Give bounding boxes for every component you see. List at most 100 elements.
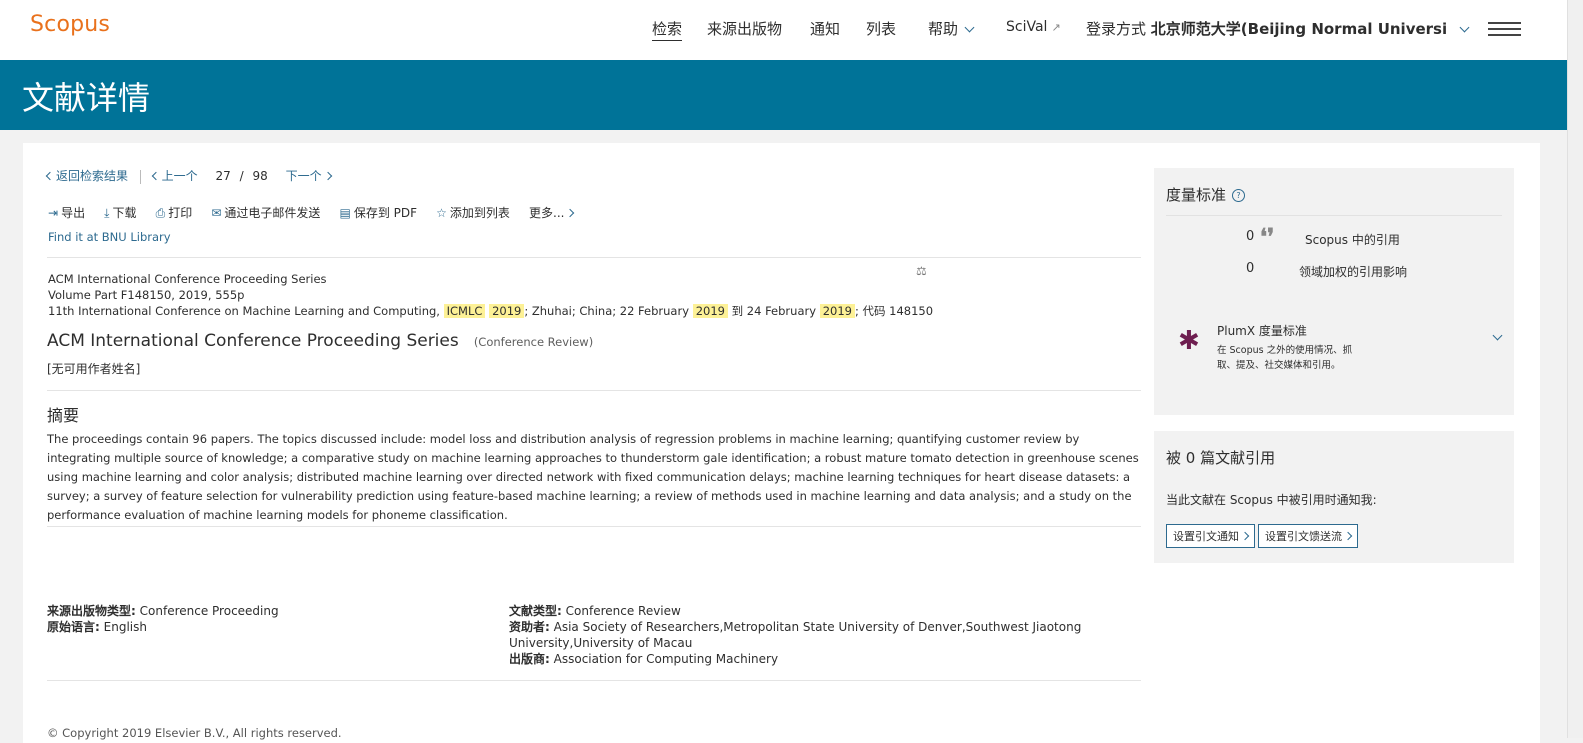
- next-link[interactable]: 下一个: [286, 169, 332, 183]
- previous-link[interactable]: 上一个: [151, 169, 198, 183]
- previous-label: 上一个: [161, 169, 198, 183]
- nav-login-institution[interactable]: 登录方式 北京师范大学(Beijing Normal Universi: [1086, 18, 1470, 39]
- more-label: 更多...: [529, 206, 565, 220]
- print-icon: ⎙: [155, 206, 166, 220]
- download-icon: ⤓: [104, 206, 110, 220]
- back-to-results-link[interactable]: 返回检索结果: [45, 169, 129, 183]
- highlight-term: ICMLC: [443, 304, 486, 318]
- find-at-library-link[interactable]: Find it at BNU Library: [48, 230, 171, 244]
- page-scrollbar[interactable]: [1567, 0, 1583, 738]
- alert-button-label: 设置引文通知: [1173, 530, 1239, 543]
- document-type: (Conference Review): [473, 335, 594, 349]
- page-title: 文献详情: [22, 79, 151, 117]
- meta-right: 文献类型: Conference Review 资助者: Asia Societ…: [509, 603, 1139, 667]
- login-prefix: 登录方式: [1086, 20, 1147, 38]
- conf-mid2: 到 24 February: [731, 304, 817, 318]
- export-icon: ⇥: [48, 206, 59, 220]
- nav-sources[interactable]: 来源出版物: [707, 18, 782, 39]
- highlight-term: 2019: [489, 304, 525, 318]
- sponsor-value: Asia Society of Researchers,Metropolitan…: [509, 620, 1082, 650]
- citations-count[interactable]: 0: [1246, 229, 1254, 244]
- page-banner: 文献详情: [0, 60, 1567, 130]
- add-to-list-button[interactable]: ☆ 添加到列表: [436, 204, 510, 221]
- nav-help[interactable]: 帮助: [928, 18, 975, 39]
- source-type-label: 来源出版物类型:: [47, 604, 136, 618]
- result-slash: /: [239, 169, 244, 183]
- chevron-right-icon: [566, 208, 575, 218]
- highlight-term: 2019: [819, 304, 855, 318]
- divider: [47, 526, 1141, 527]
- chevron-left-icon: [45, 171, 55, 181]
- cited-by-heading: 被 0 篇文献引用: [1166, 449, 1276, 467]
- fwci-label: 领域加权的引用影响: [1299, 265, 1408, 279]
- nav-search[interactable]: 检索: [652, 18, 683, 41]
- conf-prefix: 11th International Conference on Machine…: [48, 304, 440, 318]
- document-heading: ACM International Conference Proceeding …: [47, 331, 593, 351]
- add-list-label: 添加到列表: [449, 206, 510, 220]
- plumx-description: 在 Scopus 之外的使用情况、抓取、提及、社交媒体和引用。: [1217, 345, 1353, 371]
- authors: [无可用作者姓名]: [47, 362, 141, 376]
- divider: [139, 169, 141, 184]
- sponsor-label: 资助者:: [509, 620, 550, 634]
- nav-scival-label: SciVal: [1006, 19, 1048, 35]
- document-title: ACM International Conference Proceeding …: [47, 331, 459, 351]
- chevron-left-icon: [151, 171, 160, 181]
- export-button[interactable]: ⇥ 导出: [48, 204, 85, 221]
- highlight-term: 2019: [692, 304, 728, 318]
- download-label: 下载: [112, 206, 137, 220]
- nav-lists[interactable]: 列表: [866, 18, 896, 39]
- metrics-panel: 度量标准? 0 ❛❜ Scopus 中的引用 0 领域加权的引用影响 ✱ Plu…: [1154, 168, 1514, 415]
- quote-icon: ❛❜: [1260, 224, 1275, 250]
- divider: [47, 680, 1141, 681]
- plumx-icon: ✱: [1178, 326, 1200, 356]
- hamburger-menu-icon[interactable]: [1488, 22, 1521, 38]
- set-citation-feed-button[interactable]: 设置引文馈送流: [1258, 524, 1358, 548]
- email-button[interactable]: ✉ 通过电子邮件发送: [211, 204, 320, 221]
- chevron-right-icon: [1240, 531, 1250, 541]
- doc-type-value: Conference Review: [565, 604, 681, 618]
- metrics-heading-label: 度量标准: [1166, 186, 1227, 204]
- abstract-text: The proceedings contain 96 papers. The t…: [47, 432, 1139, 522]
- abstract-heading: 摘要: [47, 406, 80, 425]
- download-button[interactable]: ⤓ 下载: [104, 204, 136, 221]
- email-label: 通过电子邮件发送: [224, 206, 321, 220]
- language-label: 原始语言:: [47, 620, 100, 634]
- conference-info: 11th International Conference on Machine…: [48, 303, 933, 319]
- publisher-label: 出版商:: [509, 652, 550, 666]
- language-value: English: [103, 620, 147, 634]
- divider: [47, 257, 1141, 258]
- plumx-expand-toggle[interactable]: [1492, 324, 1503, 343]
- doc-type-label: 文献类型:: [509, 604, 562, 618]
- save-pdf-label: 保存到 PDF: [353, 206, 418, 220]
- export-label: 导出: [61, 206, 86, 220]
- plumx-title[interactable]: PlumX 度量标准: [1217, 322, 1307, 339]
- help-icon[interactable]: ?: [1232, 189, 1246, 202]
- save-pdf-button[interactable]: ▤ 保存到 PDF: [339, 204, 417, 221]
- conf-mid: ; Zhuhai; China; 22 February: [524, 304, 690, 318]
- fwci-count[interactable]: 0: [1246, 261, 1254, 276]
- print-button[interactable]: ⎙ 打印: [156, 204, 193, 221]
- scopus-logo[interactable]: Scopus: [30, 12, 110, 37]
- chevron-down-icon: [964, 22, 975, 33]
- cited-by-panel: 被 0 篇文献引用 当此文献在 Scopus 中被引用时通知我: 设置引文通知 …: [1154, 431, 1514, 563]
- divider: [47, 390, 1141, 391]
- feed-button-label: 设置引文馈送流: [1265, 530, 1342, 543]
- star-icon: ☆: [436, 206, 447, 220]
- source-series: ACM International Conference Proceeding …: [48, 272, 327, 286]
- email-icon: ✉: [211, 206, 222, 220]
- nav-scival[interactable]: SciVal ↗: [1006, 19, 1061, 35]
- source-volume: Volume Part F148150, 2019, 555p: [48, 288, 245, 302]
- metrics-heading: 度量标准?: [1166, 184, 1246, 205]
- document-toolbar: ⇥ 导出 ⤓ 下载 ⎙ 打印 ✉ 通过电子邮件发送 ▤ 保存到 PDF ☆ 添加到列表 更多…: [48, 202, 587, 221]
- conf-suffix: ; 代码 148150: [854, 304, 934, 318]
- result-navigation: 返回检索结果 上一个 27 / 98 下一个: [45, 167, 332, 184]
- more-button[interactable]: 更多...: [529, 204, 575, 221]
- citations-label: Scopus 中的引用: [1305, 233, 1400, 247]
- set-citation-alert-button[interactable]: 设置引文通知: [1166, 524, 1255, 548]
- result-position: 27: [215, 169, 231, 183]
- back-label: 返回检索结果: [56, 169, 129, 183]
- nav-alerts[interactable]: 通知: [810, 18, 840, 39]
- external-link-icon: ↗: [1051, 21, 1061, 34]
- institution-name: 北京师范大学(Beijing Normal Universi: [1150, 20, 1448, 38]
- source-type-value: Conference Proceeding: [139, 604, 279, 618]
